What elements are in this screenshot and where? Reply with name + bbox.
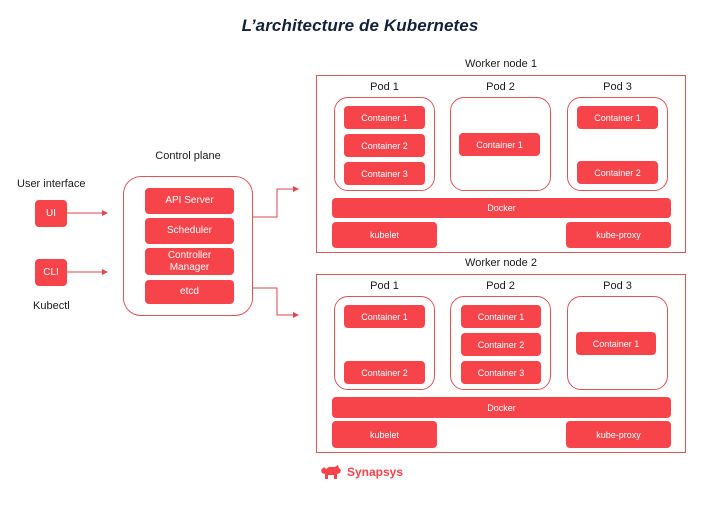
node2-kubelet-box: kubelet (332, 421, 437, 448)
etcd-box: etcd (145, 280, 234, 304)
node1-pod2-container-1: Container 1 (459, 133, 540, 156)
node1-pod1-container-3: Container 3 (344, 162, 425, 185)
worker-node-1-label: Worker node 1 (465, 58, 537, 70)
logo-text: Synapsys (347, 465, 404, 479)
node1-kubelet-box: kubelet (332, 222, 437, 248)
node2-pod3-label: Pod 3 (603, 280, 632, 292)
kubectl-label: Kubectl (33, 300, 70, 312)
control-plane-label: Control plane (155, 150, 221, 162)
controller-manager-box: Controller Manager (145, 248, 234, 275)
node2-docker-bar: Docker (332, 397, 671, 418)
diagram-title: L’architecture de Kubernetes (241, 16, 479, 35)
node1-docker-bar: Docker (332, 198, 671, 218)
control-to-node1-arrow (253, 186, 299, 218)
ui-box: UI (35, 200, 67, 227)
node2-pod2-container-3: Container 3 (461, 361, 541, 384)
scheduler-box: Scheduler (145, 218, 234, 244)
node1-pod3-label: Pod 3 (603, 81, 632, 93)
worker-node-2-label: Worker node 2 (465, 257, 537, 269)
rhino-icon (321, 465, 341, 479)
node2-pod3-container-1: Container 1 (576, 332, 656, 355)
node1-kube-proxy-box: kube-proxy (566, 222, 671, 248)
node2-pod2-label: Pod 2 (486, 280, 515, 292)
node1-pod1-label: Pod 1 (370, 81, 399, 93)
api-server-box: API Server (145, 188, 234, 214)
cli-box: CLI (35, 259, 67, 286)
node2-pod1-container-2: Container 2 (344, 361, 425, 384)
control-to-node2-arrow (253, 287, 299, 318)
node1-pod3-container-2: Container 2 (577, 161, 658, 184)
node1-pod1-container-1: Container 1 (344, 106, 425, 129)
node1-pod1-container-2: Container 2 (344, 134, 425, 157)
node2-pod2-container-2: Container 2 (461, 333, 541, 356)
node2-pod2-container-1: Container 1 (461, 305, 541, 328)
node2-pod1-label: Pod 1 (370, 280, 399, 292)
synapsys-logo: Synapsys (320, 464, 403, 480)
node2-kube-proxy-box: kube-proxy (566, 421, 671, 448)
node1-pod3-container-1: Container 1 (577, 106, 658, 129)
node2-pod1-container-1: Container 1 (344, 305, 425, 328)
user-interface-label: User interface (17, 178, 86, 190)
node1-pod2-label: Pod 2 (486, 81, 515, 93)
